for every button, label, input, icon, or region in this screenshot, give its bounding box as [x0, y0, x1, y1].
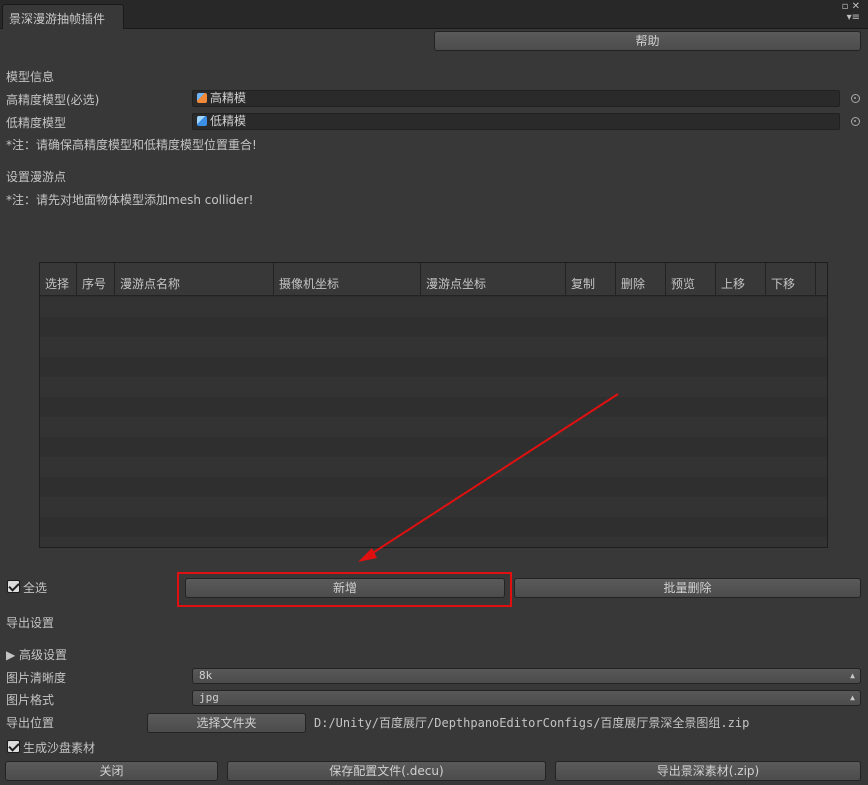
sandbox-checkbox[interactable] — [7, 740, 20, 753]
select-all-checkbox[interactable] — [7, 580, 20, 593]
dropdown-arrow-icon: ▲ — [850, 671, 855, 680]
table-row — [40, 477, 827, 497]
table-row — [40, 537, 827, 547]
column-header[interactable]: 序号 — [77, 263, 115, 296]
table-row — [40, 397, 827, 417]
table-header: 选择 序号 漫游点名称 摄像机坐标 漫游点坐标 复制 删除 预览 上移 下移 — [40, 263, 827, 296]
low-model-field[interactable]: 低精模 — [192, 113, 840, 130]
table-row — [40, 377, 827, 397]
high-model-label: 高精度模型(必选) — [6, 93, 100, 107]
table-row — [40, 457, 827, 477]
help-button[interactable]: 帮助 — [434, 31, 861, 51]
format-dropdown[interactable]: jpg ▲ — [192, 690, 861, 706]
low-model-value: 低精模 — [210, 114, 247, 128]
choose-folder-button[interactable]: 选择文件夹 — [147, 713, 306, 733]
low-model-label: 低精度模型 — [6, 116, 67, 130]
window-tab-bar: 景深漫游抽帧插件 ▫ ✕ ▾≡ — [0, 0, 868, 29]
column-header[interactable]: 漫游点坐标 — [421, 263, 566, 296]
table-row — [40, 497, 827, 517]
dropdown-arrow-icon: ▲ — [850, 693, 855, 702]
export-button[interactable]: 导出景深素材(.zip) — [555, 761, 861, 781]
menu-icon[interactable]: ▾≡ — [847, 12, 860, 23]
sandbox-label: 生成沙盘素材 — [23, 741, 96, 755]
roam-section-title: 设置漫游点 — [6, 170, 67, 184]
model-section-title: 模型信息 — [6, 70, 55, 84]
window-tab[interactable]: 景深漫游抽帧插件 — [2, 4, 124, 29]
table-row — [40, 357, 827, 377]
high-model-field[interactable]: 高精模 — [192, 90, 840, 107]
column-header[interactable]: 下移 — [766, 263, 816, 296]
save-config-button[interactable]: 保存配置文件(.decu) — [227, 761, 546, 781]
resolution-value: 8k — [199, 669, 213, 682]
high-model-value: 高精模 — [210, 91, 247, 105]
column-header[interactable]: 摄像机坐标 — [274, 263, 421, 296]
table-row — [40, 297, 827, 317]
table-row — [40, 517, 827, 537]
resolution-dropdown[interactable]: 8k ▲ — [192, 668, 861, 684]
table-row — [40, 417, 827, 437]
column-header[interactable]: 删除 — [616, 263, 666, 296]
object-picker-icon[interactable] — [851, 94, 860, 103]
add-button[interactable]: 新增 — [185, 578, 505, 598]
select-all-label: 全选 — [23, 581, 48, 595]
format-label: 图片格式 — [6, 693, 55, 707]
table-body — [40, 297, 827, 547]
table-row — [40, 317, 827, 337]
object-picker-icon[interactable] — [851, 117, 860, 126]
column-header[interactable]: 漫游点名称 — [115, 263, 274, 296]
column-header[interactable]: 选择 — [40, 263, 77, 296]
column-header[interactable]: 上移 — [716, 263, 766, 296]
resolution-label: 图片清晰度 — [6, 671, 67, 685]
advanced-settings-foldout[interactable]: ▶ 高级设置 — [6, 646, 67, 663]
table-row — [40, 337, 827, 357]
batch-delete-button[interactable]: 批量删除 — [514, 578, 861, 598]
model-note: *注：请确保高精度模型和低精度模型位置重合! — [6, 138, 257, 152]
export-section-title: 导出设置 — [6, 616, 55, 630]
column-header[interactable]: 预览 — [666, 263, 716, 296]
roam-note: *注：请先对地面物体模型添加mesh collider! — [6, 193, 254, 207]
export-location-label: 导出位置 — [6, 716, 55, 730]
window-controls: ▫ ✕ ▾≡ — [842, 1, 860, 23]
model-cube-icon — [197, 116, 207, 126]
table-row — [40, 437, 827, 457]
column-header[interactable]: 复制 — [566, 263, 616, 296]
roam-points-table: 选择 序号 漫游点名称 摄像机坐标 漫游点坐标 复制 删除 预览 上移 下移 — [39, 262, 828, 548]
maximize-icon[interactable]: ▫ — [842, 1, 849, 12]
annotation-arrow-head — [358, 548, 377, 562]
format-value: jpg — [199, 691, 219, 704]
close-icon[interactable]: ✕ — [852, 1, 860, 12]
model-cube-icon — [197, 93, 207, 103]
export-path: D:/Unity/百度展厅/DepthpanoEditorConfigs/百度展… — [314, 716, 750, 730]
close-button[interactable]: 关闭 — [5, 761, 218, 781]
